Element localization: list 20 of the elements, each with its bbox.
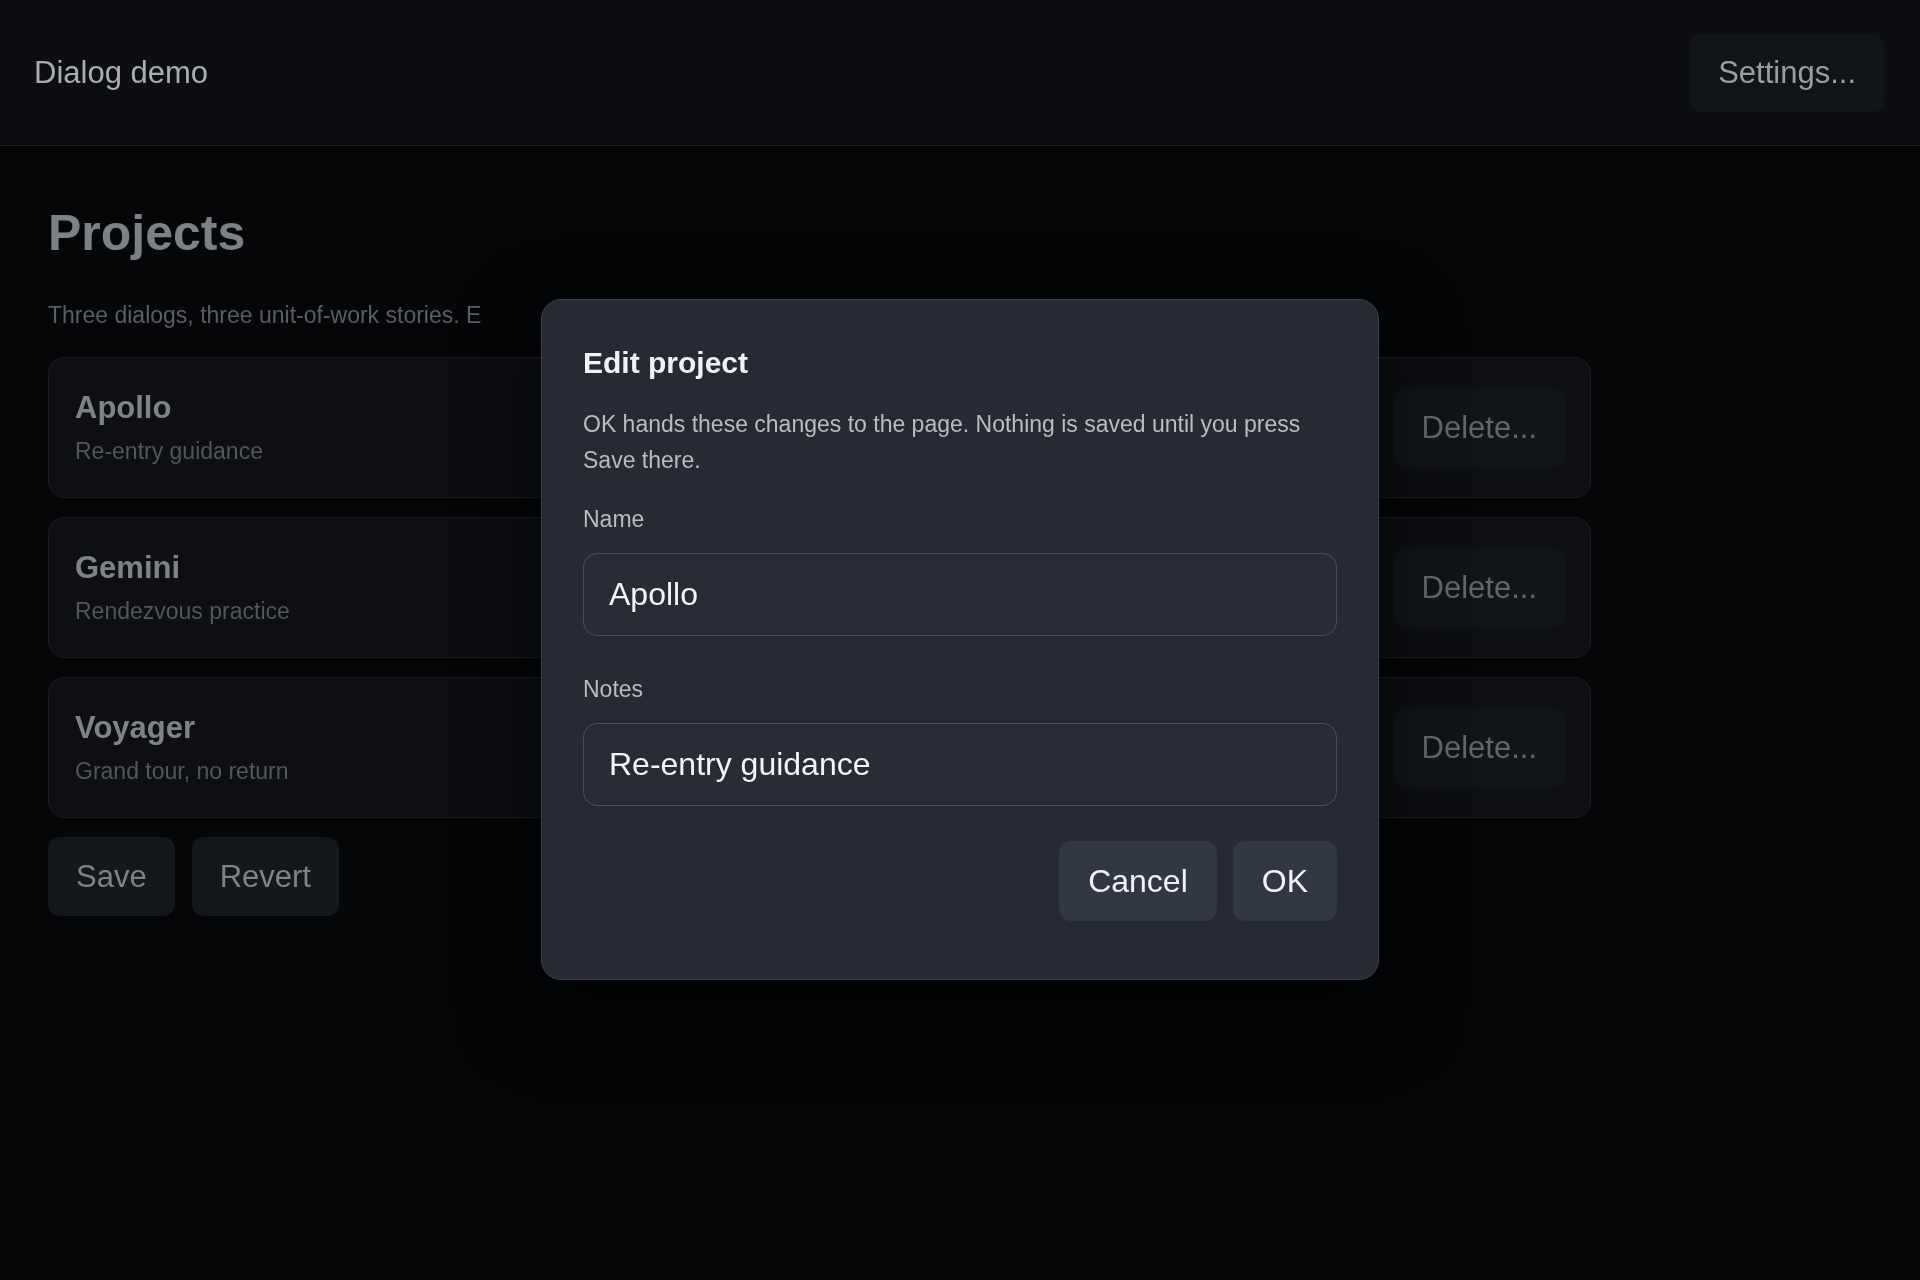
input-field[interactable]: Re-entry guidance bbox=[583, 723, 1337, 806]
save-button[interactable]: Save bbox=[48, 837, 175, 916]
app-title: Dialog demo bbox=[34, 54, 209, 91]
project-name: Gemini bbox=[75, 550, 182, 586]
revert-button[interactable]: Revert bbox=[191, 837, 339, 916]
intro-text: Three dialogs, three unit-of-work stories. E bbox=[48, 302, 483, 329]
project-name: Apollo bbox=[75, 390, 173, 426]
field-label: Notes bbox=[583, 676, 645, 703]
project-notes: Rendezvous practice bbox=[75, 598, 290, 625]
settings-button[interactable]: Settings... bbox=[1690, 33, 1884, 112]
cancel-button[interactable]: Cancel bbox=[1059, 841, 1217, 921]
input-field[interactable]: Apollo bbox=[583, 553, 1337, 636]
project-notes: Re-entry guidance bbox=[75, 438, 263, 465]
dialog-description: OK hands these changes to the page. Nothing is saved until you press Save there. bbox=[583, 410, 1302, 475]
ok-button[interactable]: OK bbox=[1232, 841, 1337, 921]
project-name: Voyager bbox=[75, 710, 197, 746]
field-label: Name bbox=[583, 506, 646, 533]
project-notes: Grand tour, no return bbox=[75, 758, 289, 785]
dialog-title: Edit project bbox=[583, 346, 749, 380]
page-heading: Projects bbox=[48, 204, 247, 262]
